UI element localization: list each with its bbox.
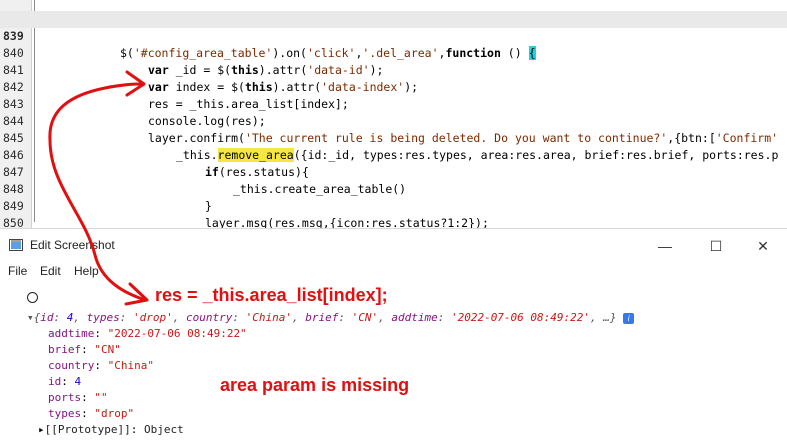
menu-bar: File Edit Help bbox=[0, 262, 787, 282]
menu-file[interactable]: File bbox=[8, 264, 27, 278]
info-icon[interactable]: i bbox=[623, 312, 635, 324]
console-prop: ports: "" bbox=[48, 391, 108, 404]
code-line-849: 849 layer.msg(res.msg,{icon:res.status?1… bbox=[0, 181, 787, 228]
code-line-846: 846 if(res.status){ bbox=[0, 130, 787, 179]
console-prop: brief: "CN" bbox=[48, 343, 121, 356]
code-line-851: 851 }); bbox=[0, 215, 787, 228]
code-line-839: 839 $('#config_area_table').on('click','… bbox=[0, 11, 787, 60]
code-editor[interactable]: 838 839 $('#config_area_table').on('clic… bbox=[0, 0, 787, 228]
code-line-848: 848 } bbox=[0, 164, 787, 213]
screenshot-app-icon bbox=[9, 239, 23, 251]
maximize-button[interactable]: ☐ bbox=[702, 235, 730, 257]
annotation-label-missing: area param is missing bbox=[220, 375, 410, 395]
code-line-847: 847 _this.create_area_table() bbox=[0, 147, 787, 196]
edit-screenshot-window: Edit Screenshot — ☐ ✕ File Edit Help ▾{i… bbox=[0, 228, 787, 442]
console-clear-icon[interactable] bbox=[27, 292, 38, 303]
console-prop: country: "China" bbox=[48, 359, 154, 372]
code-line-840: 840 var _id = $(this).attr('data-id'); bbox=[0, 28, 787, 77]
menu-edit[interactable]: Edit bbox=[40, 264, 61, 278]
window-title: Edit Screenshot bbox=[30, 238, 115, 252]
console-prop: types: "drop" bbox=[48, 407, 135, 420]
code-line-838: 838 bbox=[0, 0, 787, 24]
annotation-label-res: res = _this.area_list[index]; bbox=[155, 285, 388, 305]
console-prop: id: 4 bbox=[48, 375, 82, 388]
title-bar[interactable]: Edit Screenshot — ☐ ✕ bbox=[0, 229, 787, 262]
menu-help[interactable]: Help bbox=[74, 264, 99, 278]
code-line-844: 844 layer.confirm('The current rule is b… bbox=[0, 96, 787, 145]
expand-triangle-icon[interactable]: ▾ bbox=[27, 311, 34, 324]
code-line-850: 850 }); bbox=[0, 198, 787, 228]
expand-triangle-icon[interactable]: ▸ bbox=[38, 423, 45, 436]
code-line-843: 843 console.log(res); bbox=[0, 79, 787, 128]
console-object-summary[interactable]: ▾{id: 4, types: 'drop', country: 'China'… bbox=[27, 310, 635, 326]
console-prop: addtime: "2022-07-06 08:49:22" bbox=[48, 327, 247, 340]
close-button[interactable]: ✕ bbox=[749, 235, 777, 257]
minimize-button[interactable]: — bbox=[651, 235, 679, 257]
code-line-845: 845 _this.remove_area({id:_id, types:res… bbox=[0, 113, 787, 162]
console-prototype[interactable]: ▸[[Prototype]]: Object bbox=[38, 422, 184, 438]
code-line-842: 842 res = _this.area_list[index]; bbox=[0, 62, 787, 111]
code-line-841: 841 var index = $(this).attr('data-index… bbox=[0, 45, 787, 94]
